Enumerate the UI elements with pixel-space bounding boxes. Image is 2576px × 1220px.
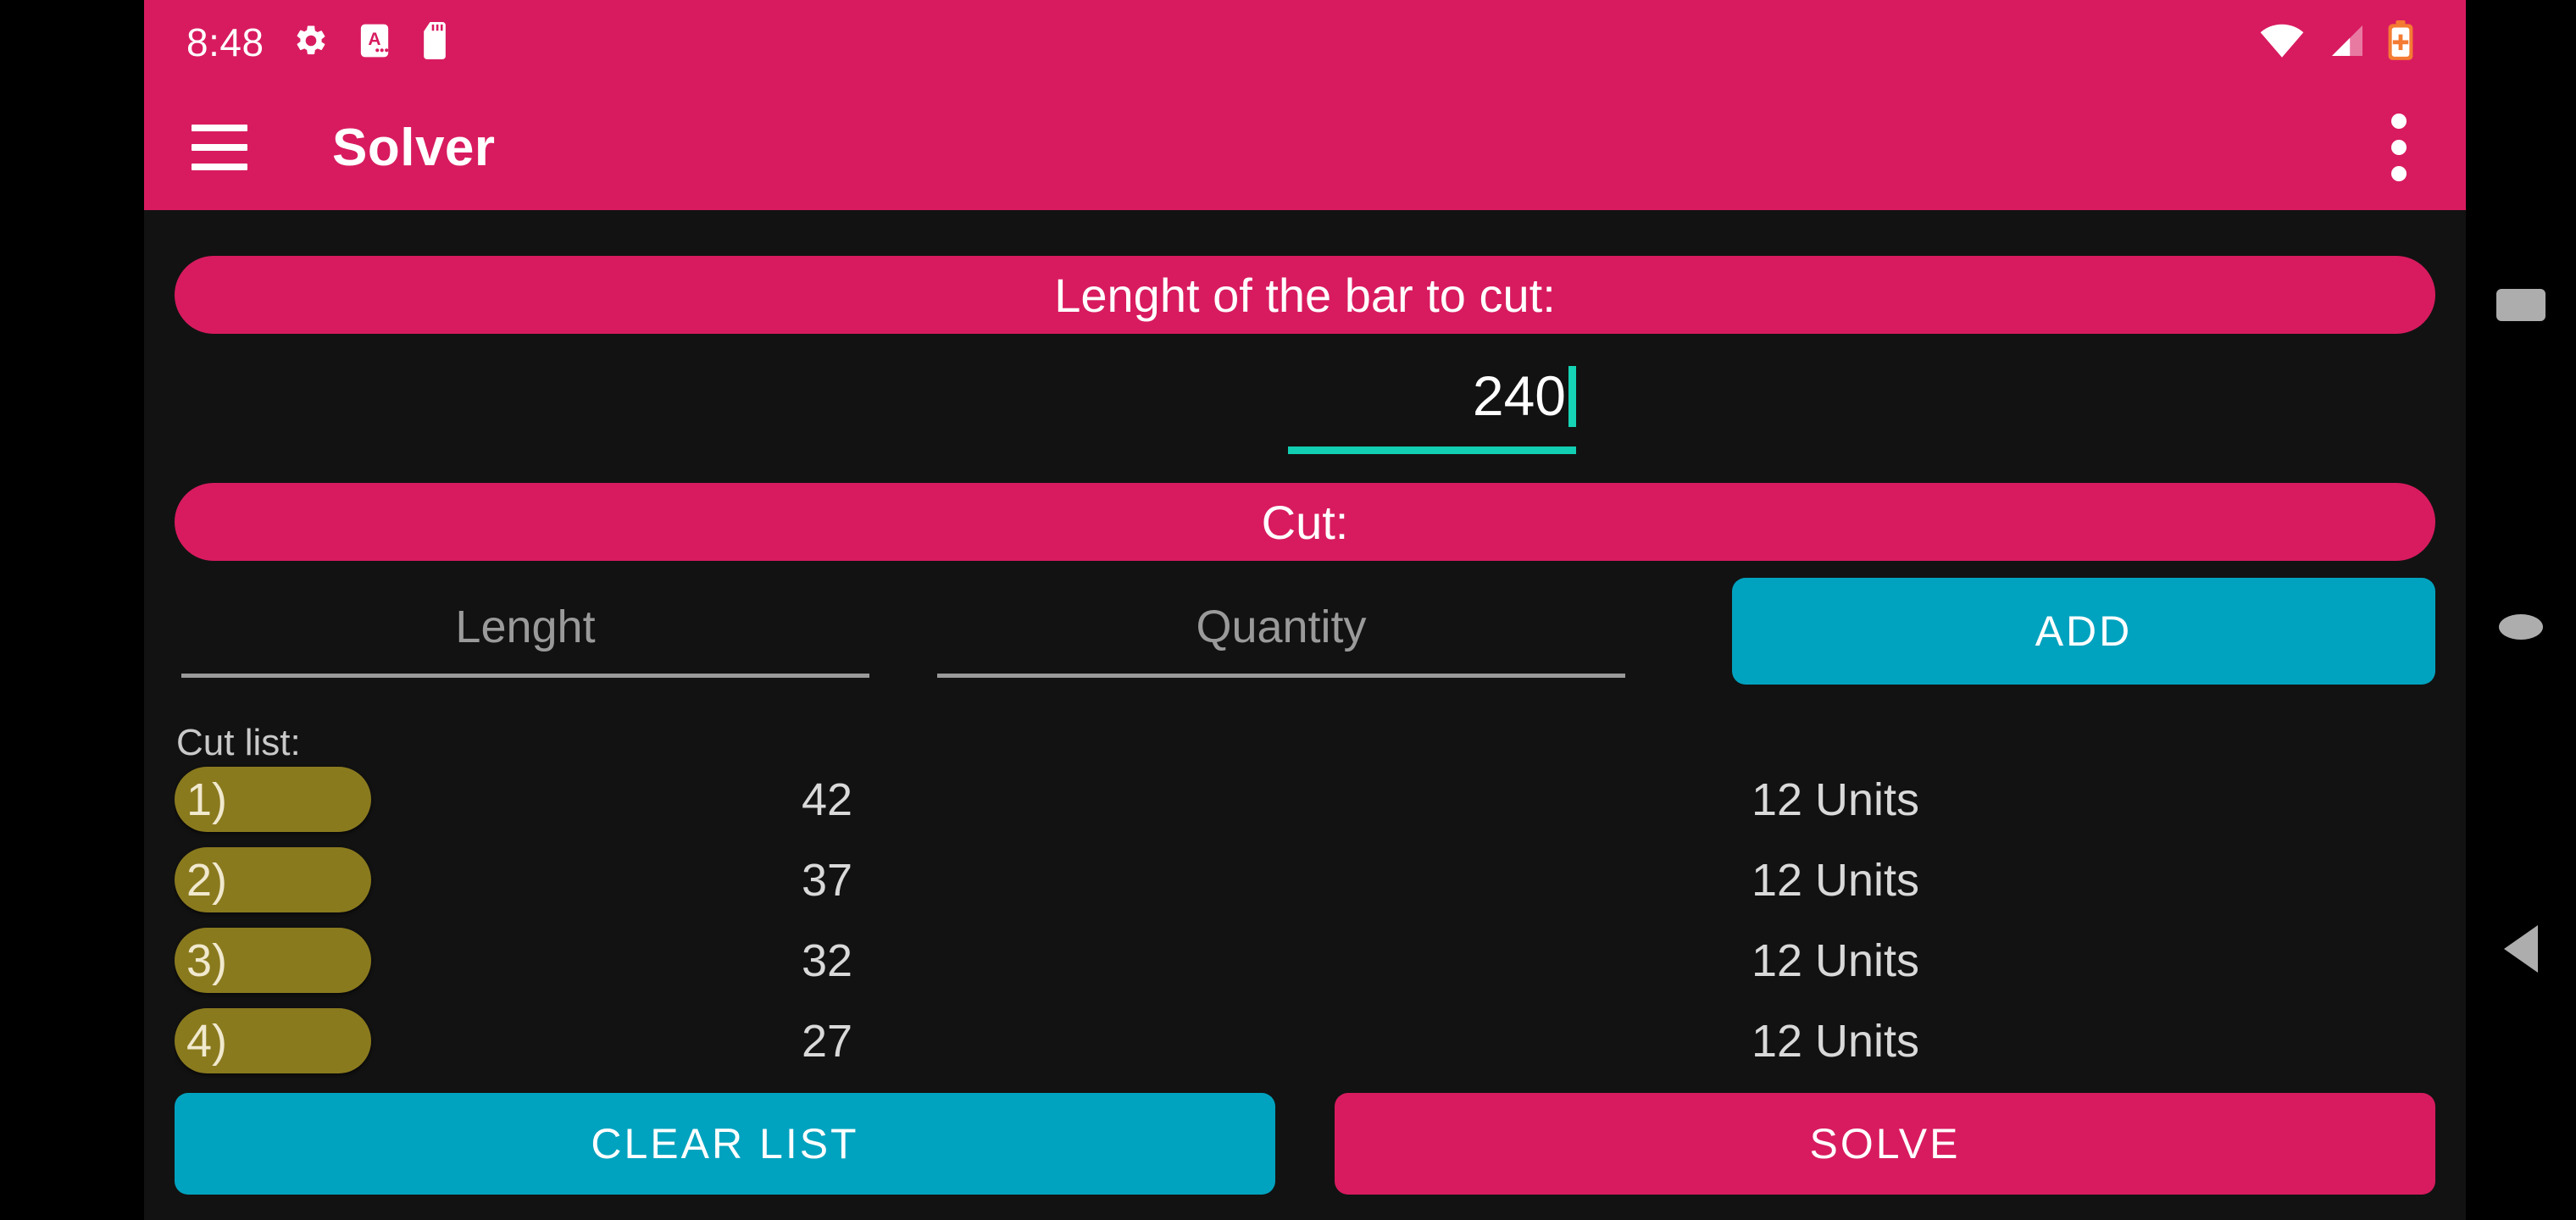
bar-length-banner: Lenght of the bar to cut: — [175, 256, 2435, 334]
status-bar-left-group: 8:48 A — [144, 19, 449, 65]
bar-length-input[interactable]: 240 — [1288, 352, 1576, 454]
row-quantity: 12 Units — [1751, 1015, 1920, 1067]
bar-length-value-row: 240 — [1288, 352, 1576, 427]
device-screen: 8:48 A Solver Lenght of the bar to cut: … — [0, 0, 2576, 1220]
triangle-back-icon[interactable] — [2466, 898, 2576, 1000]
system-navigation-bar — [2466, 0, 2576, 1220]
gear-icon — [293, 23, 329, 63]
app-bar: Solver — [144, 85, 2466, 210]
cut-quantity-underline — [937, 674, 1625, 678]
cut-quantity-input[interactable]: Quantity — [937, 583, 1625, 678]
table-row[interactable]: 2) 37 12 Units — [175, 840, 2435, 920]
cut-list[interactable]: 1) 42 12 Units 2) 37 12 Units 3) 32 12 U… — [175, 759, 2435, 1083]
table-row[interactable]: 3) 32 12 Units — [175, 920, 2435, 1001]
row-quantity: 12 Units — [1751, 774, 1920, 825]
cut-length-underline — [181, 674, 869, 678]
hamburger-line — [192, 164, 247, 170]
row-index-label: 1) — [186, 774, 228, 825]
solver-app-window: 8:48 A Solver Lenght of the bar to cut: … — [144, 0, 2466, 1220]
page-title: Solver — [332, 118, 496, 177]
row-index-pill: 3) — [175, 928, 371, 993]
wifi-icon — [2259, 23, 2305, 63]
cut-length-input[interactable]: Lenght — [181, 583, 869, 678]
row-index-pill: 1) — [175, 767, 371, 832]
hamburger-menu-icon[interactable] — [192, 111, 264, 184]
row-length: 27 — [802, 1015, 853, 1067]
row-index-label: 3) — [186, 934, 228, 986]
cut-entry-row: Lenght Quantity ADD — [175, 578, 2435, 690]
main-content: Lenght of the bar to cut: 240 Cut: Lengh… — [144, 210, 2466, 1220]
bar-length-value: 240 — [1472, 364, 1566, 427]
bar-length-underline — [1288, 446, 1576, 454]
row-quantity: 12 Units — [1751, 854, 1920, 906]
overflow-dot — [2391, 166, 2407, 181]
add-button[interactable]: ADD — [1732, 578, 2435, 685]
signal-icon — [2327, 23, 2364, 63]
row-length: 37 — [802, 854, 853, 906]
row-quantity: 12 Units — [1751, 934, 1920, 986]
row-index-label: 2) — [186, 854, 228, 906]
row-length: 32 — [802, 934, 853, 986]
row-index-label: 4) — [186, 1015, 228, 1067]
overflow-menu-icon[interactable] — [2391, 114, 2407, 181]
square-recents-icon[interactable] — [2466, 254, 2576, 356]
overflow-dot — [2391, 114, 2407, 129]
home-glyph — [2499, 614, 2543, 640]
recents-glyph — [2496, 289, 2545, 321]
back-glyph — [2504, 925, 2538, 973]
status-bar: 8:48 A — [144, 0, 2466, 85]
clear-list-button[interactable]: CLEAR LIST — [175, 1093, 1275, 1195]
solve-button[interactable]: SOLVE — [1335, 1093, 2435, 1195]
hamburger-line — [192, 125, 247, 131]
row-index-pill: 4) — [175, 1008, 371, 1073]
hamburger-line — [192, 144, 247, 151]
svg-text:A: A — [368, 29, 380, 48]
overflow-dot — [2391, 140, 2407, 155]
cut-list-label: Cut list: — [176, 722, 301, 763]
table-row[interactable]: 4) 27 12 Units — [175, 1001, 2435, 1081]
battery-saver-icon — [2386, 19, 2415, 65]
row-index-pill: 2) — [175, 847, 371, 912]
cut-quantity-placeholder: Quantity — [1196, 602, 1367, 652]
circle-home-icon[interactable] — [2466, 576, 2576, 678]
text-caret — [1568, 366, 1576, 427]
table-row[interactable]: 1) 42 12 Units — [175, 759, 2435, 840]
a-font-icon: A — [358, 23, 391, 63]
sd-card-icon — [420, 21, 449, 64]
status-bar-right-group — [2259, 19, 2466, 65]
left-letterbox — [0, 0, 144, 1220]
row-length: 42 — [802, 774, 853, 825]
cut-length-placeholder: Lenght — [455, 602, 596, 652]
cut-banner: Cut: — [175, 483, 2435, 561]
bottom-action-bar: CLEAR LIST SOLVE — [175, 1093, 2435, 1195]
status-clock: 8:48 — [186, 20, 264, 64]
